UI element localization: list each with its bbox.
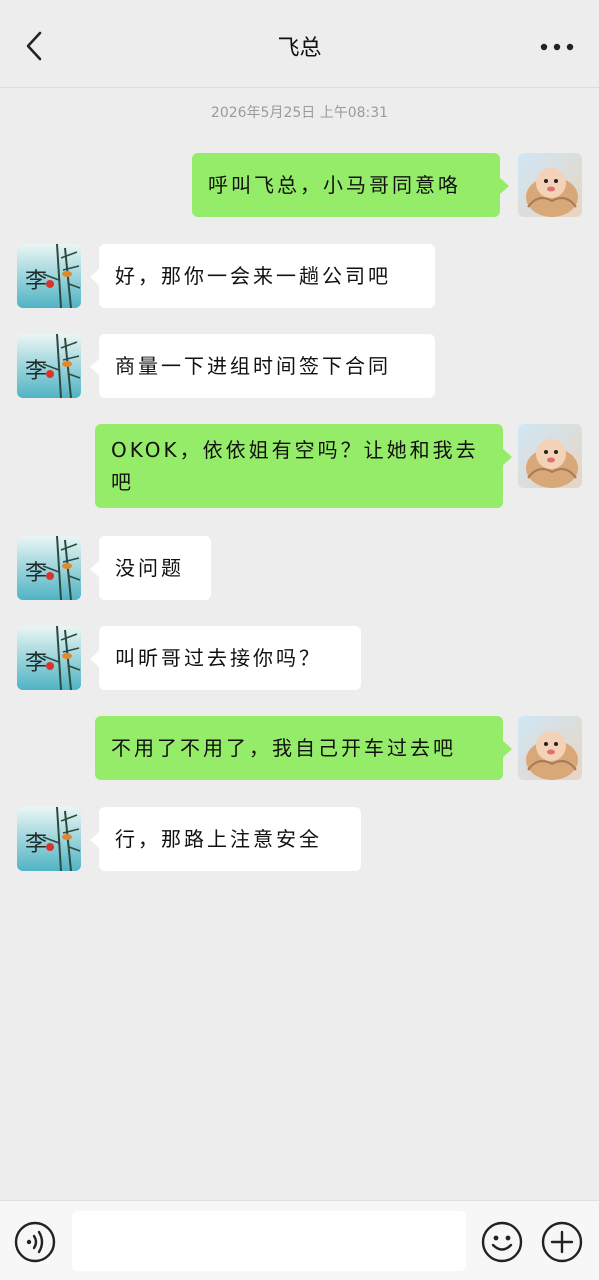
contact-avatar[interactable]: 李	[17, 536, 81, 600]
svg-text:李: 李	[25, 832, 47, 857]
svg-text:李: 李	[25, 651, 47, 676]
message-row: 李 没问题	[0, 536, 599, 600]
more-functions-button[interactable]	[541, 1221, 583, 1263]
message-row: OKOK，依依姐有空吗？让她和我去吧	[0, 424, 599, 510]
message-timestamp: 2026年5月25日 上午08:31	[210, 105, 389, 121]
incoming-message-bubble[interactable]: 好，那你一会来一趟公司吧	[90, 244, 435, 308]
contact-avatar[interactable]: 李	[17, 626, 81, 690]
emoji-icon	[481, 1221, 523, 1263]
cartoon-avatar-icon	[518, 424, 582, 488]
svg-text:李: 李	[25, 359, 47, 384]
incoming-message-bubble[interactable]: 叫昕哥过去接你吗？	[90, 626, 361, 690]
more-button[interactable]	[537, 32, 577, 62]
contact-avatar[interactable]: 李	[17, 244, 81, 308]
message-text: 商量一下进组时间签下合同	[115, 354, 391, 378]
bamboo-painting-avatar-icon: 李	[17, 244, 81, 308]
message-row: 李 好，那你一会来一趟公司吧	[0, 244, 599, 308]
incoming-message-bubble[interactable]: 商量一下进组时间签下合同	[90, 334, 435, 398]
contact-avatar[interactable]: 李	[17, 807, 81, 871]
message-row: 李 叫昕哥过去接你吗？	[0, 626, 599, 690]
message-text: 叫昕哥过去接你吗？	[115, 646, 322, 670]
my-avatar[interactable]	[518, 716, 582, 780]
outgoing-message-bubble[interactable]: 不用了不用了，我自己开车过去吧	[95, 716, 512, 780]
svg-text:李: 李	[25, 269, 47, 294]
cartoon-avatar-icon	[518, 716, 582, 780]
message-text: 行，那路上注意安全	[115, 827, 322, 851]
message-text: 不用了不用了，我自己开车过去吧	[111, 736, 456, 760]
bamboo-painting-avatar-icon: 李	[17, 807, 81, 871]
bamboo-painting-avatar-icon: 李	[17, 536, 81, 600]
voice-icon	[14, 1221, 56, 1263]
message-input[interactable]	[72, 1211, 466, 1271]
plus-icon	[541, 1221, 583, 1263]
outgoing-message-bubble[interactable]: 呼叫飞总，小马哥同意咯	[192, 153, 509, 217]
cartoon-avatar-icon	[518, 153, 582, 217]
message-text: 好，那你一会来一趟公司吧	[115, 264, 391, 288]
message-row: 呼叫飞总，小马哥同意咯	[0, 153, 599, 219]
bamboo-painting-avatar-icon: 李	[17, 334, 81, 398]
message-row: 李 行，那路上注意安全	[0, 807, 599, 871]
svg-text:李: 李	[25, 561, 47, 586]
message-row: 李 商量一下进组时间签下合同	[0, 334, 599, 398]
outgoing-message-bubble[interactable]: OKOK，依依姐有空吗？让她和我去吧	[95, 424, 512, 508]
incoming-message-bubble[interactable]: 没问题	[90, 536, 211, 600]
voice-button[interactable]	[14, 1221, 56, 1263]
message-text: OKOK，依依姐有空吗？让她和我去吧	[111, 438, 479, 494]
my-avatar[interactable]	[518, 153, 582, 217]
chat-title: 飞总	[277, 36, 322, 61]
input-bar	[0, 1200, 599, 1280]
message-row: 不用了不用了，我自己开车过去吧	[0, 716, 599, 780]
my-avatar[interactable]	[518, 424, 582, 488]
contact-avatar[interactable]: 李	[17, 334, 81, 398]
incoming-message-bubble[interactable]: 行，那路上注意安全	[90, 807, 361, 871]
chat-header: 飞总	[0, 0, 599, 88]
bamboo-painting-avatar-icon: 李	[17, 626, 81, 690]
message-text: 没问题	[115, 556, 184, 580]
emoji-button[interactable]	[481, 1221, 523, 1263]
message-text: 呼叫飞总，小马哥同意咯	[208, 173, 461, 197]
more-dots-icon	[540, 43, 574, 51]
